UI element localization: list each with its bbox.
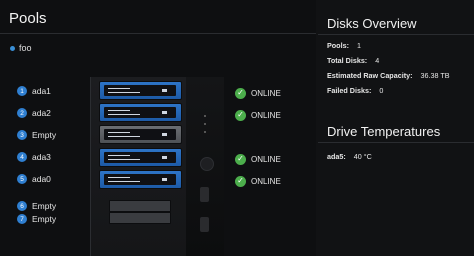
check-circle-icon: ✓ [235, 175, 246, 187]
slot-number-badge: 6 [17, 201, 27, 211]
divider [318, 34, 474, 35]
drive-tray-7[interactable] [109, 212, 171, 224]
slot-disk-name: Empty [32, 214, 57, 224]
slot-number-badge: 2 [17, 108, 27, 118]
pool-legend-label: foo [19, 43, 32, 53]
slot-label-3[interactable]: 3 Empty [17, 129, 56, 141]
front-port-icon [200, 217, 209, 232]
temp-row: ada5: 40 °C [327, 152, 372, 161]
disks-overview-title: Disks Overview [327, 16, 417, 31]
slot-status-4: ✓ ONLINE [235, 152, 281, 166]
slot-label-4[interactable]: 4 ada3 [17, 151, 51, 163]
led-icon [204, 115, 206, 117]
slot-label-1[interactable]: 1 ada1 [17, 85, 51, 97]
slot-number-badge: 4 [17, 152, 27, 162]
check-circle-icon: ✓ [235, 87, 246, 99]
slot-label-6[interactable]: 6 Empty [17, 200, 56, 212]
stat-total-disks: Total Disks: 4 [327, 56, 380, 65]
slot-status-2: ✓ ONLINE [235, 108, 281, 122]
pools-panel: Pools foo 1 ada1 2 ada2 3 Empty 4 ada3 5… [0, 0, 316, 256]
power-knob-icon [200, 157, 214, 171]
drive-tray-5[interactable] [99, 170, 182, 189]
drive-tray-4[interactable] [99, 148, 182, 167]
slot-number-badge: 3 [17, 130, 27, 140]
led-icon [204, 131, 206, 133]
slot-label-7[interactable]: 7 Empty [17, 213, 56, 225]
check-circle-icon: ✓ [235, 153, 246, 165]
drive-tray-2[interactable] [99, 103, 182, 122]
slot-disk-name: ada1 [32, 86, 51, 96]
stat-raw-capacity: Estimated Raw Capacity: 36.38 TB [327, 71, 450, 80]
slot-label-5[interactable]: 5 ada0 [17, 173, 51, 185]
slot-disk-name: ada0 [32, 174, 51, 184]
divider [0, 33, 316, 34]
led-icon [204, 123, 206, 125]
drive-tray-1[interactable] [99, 81, 182, 100]
slot-number-badge: 5 [17, 174, 27, 184]
slot-label-2[interactable]: 2 ada2 [17, 107, 51, 119]
status-text: ONLINE [251, 110, 281, 120]
drive-tray-3[interactable] [99, 125, 182, 144]
drive-temperatures-title: Drive Temperatures [327, 124, 441, 139]
pool-color-dot-icon [10, 45, 15, 51]
status-text: ONLINE [251, 176, 281, 186]
slot-disk-name: Empty [32, 130, 57, 140]
slot-disk-name: ada3 [32, 152, 51, 162]
check-circle-icon: ✓ [235, 109, 246, 121]
divider [318, 142, 474, 143]
slot-disk-name: Empty [32, 201, 57, 211]
pool-legend-item[interactable]: foo [10, 43, 32, 53]
front-port-icon [200, 187, 209, 202]
pools-title: Pools [9, 10, 47, 27]
slot-number-badge: 1 [17, 86, 27, 96]
overview-panel: Disks Overview Pools: 1 Total Disks: 4 E… [318, 0, 474, 256]
stat-pools: Pools: 1 [327, 41, 361, 50]
slot-disk-name: ada2 [32, 108, 51, 118]
drive-tray-6[interactable] [109, 200, 171, 212]
status-text: ONLINE [251, 154, 281, 164]
status-text: ONLINE [251, 88, 281, 98]
slot-status-1: ✓ ONLINE [235, 86, 281, 100]
slot-number-badge: 7 [17, 214, 27, 224]
nas-chassis-side [186, 77, 224, 256]
slot-status-5: ✓ ONLINE [235, 174, 281, 188]
stat-failed-disks: Failed Disks: 0 [327, 86, 384, 95]
